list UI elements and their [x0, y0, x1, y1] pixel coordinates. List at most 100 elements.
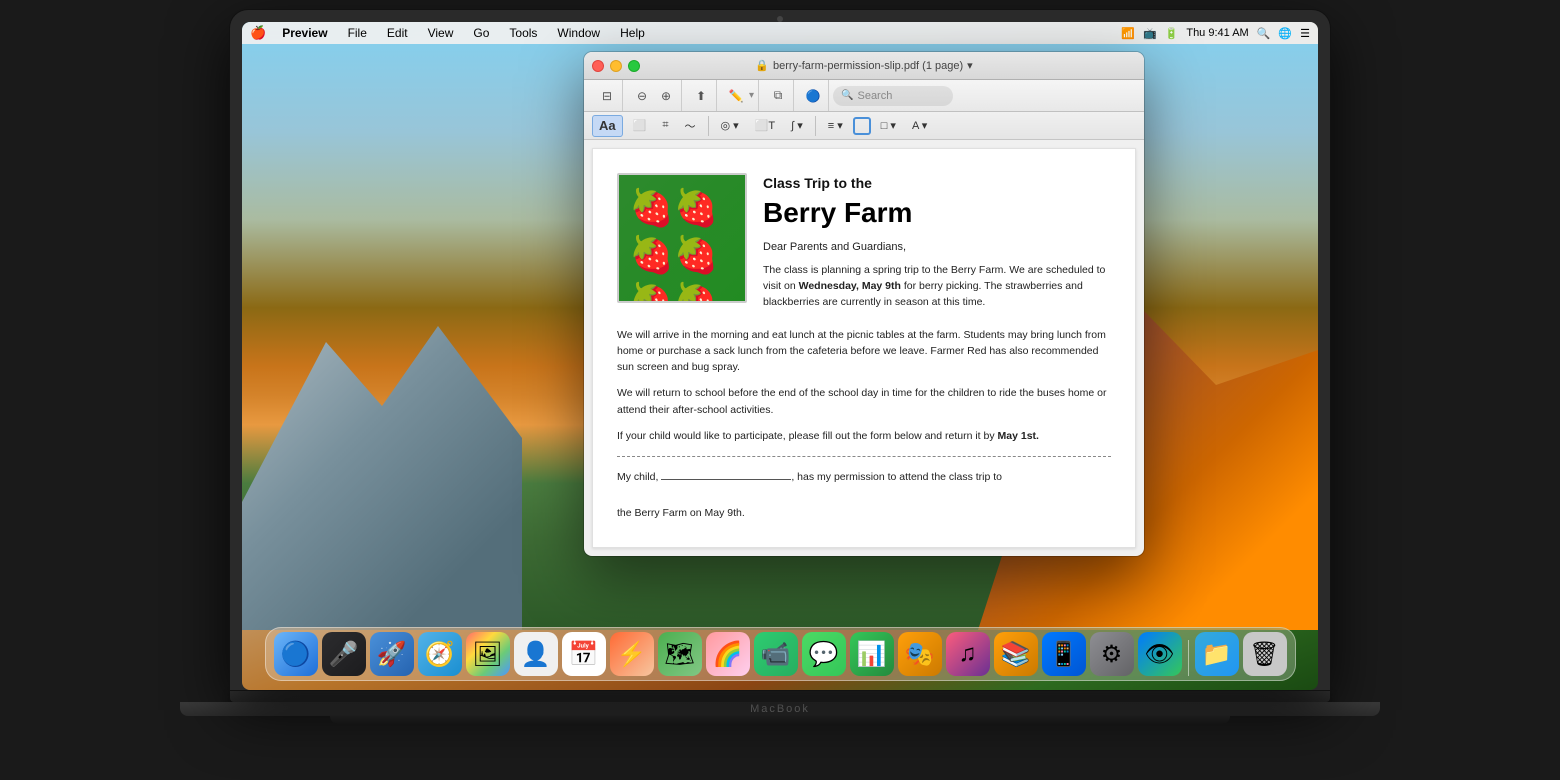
preview-window: 🔒 berry-farm-permission-slip.pdf (1 page…: [584, 52, 1144, 556]
dashed-separator: [617, 456, 1111, 457]
child-name-blank: [661, 479, 791, 480]
menu-file[interactable]: File: [344, 26, 371, 40]
copy-button[interactable]: ⧉: [767, 85, 789, 107]
menu-preview[interactable]: Preview: [278, 26, 331, 40]
zoom-out-button[interactable]: ⊖: [631, 85, 653, 107]
search-icon[interactable]: 🔍: [1257, 27, 1271, 40]
wifi-icon: 📶: [1121, 27, 1135, 40]
dock-app-keynote[interactable]: 🎭: [898, 632, 942, 676]
maximize-button[interactable]: [628, 60, 640, 72]
strawberry-image: [617, 173, 747, 303]
clock: Thu 9:41 AM: [1186, 27, 1248, 39]
view-toolbar-group: ⊟: [592, 80, 623, 111]
dock-app-system-prefs[interactable]: ⚙: [1090, 632, 1134, 676]
text-ann-icon: Aa: [599, 118, 616, 133]
zoom-in-button[interactable]: ⊕: [655, 85, 677, 107]
dock-app-numbers[interactable]: 📊: [850, 632, 894, 676]
macbook-label: MacBook: [750, 703, 810, 715]
search-placeholder: Search: [857, 90, 892, 102]
ann-sep-1: [708, 116, 709, 136]
crop-button[interactable]: ⌗: [656, 115, 674, 137]
dock-app-photos2[interactable]: 🌈: [706, 632, 750, 676]
dock-app-calendar[interactable]: 📅: [562, 632, 606, 676]
doc-subtitle: Class Trip to the: [763, 173, 1111, 194]
title-text: berry-farm-permission-slip.pdf (1 page): [773, 60, 963, 72]
menu-go[interactable]: Go: [469, 26, 493, 40]
window-title: 🔒 berry-farm-permission-slip.pdf (1 page…: [755, 59, 972, 72]
dock-app-finder[interactable]: 🔵: [274, 632, 318, 676]
menubar: 🍎 Preview File Edit View Go Tools Window…: [242, 22, 1318, 44]
share-button[interactable]: ⬆: [690, 85, 712, 107]
airplay-icon: 📺: [1143, 27, 1157, 40]
dock-app-safari[interactable]: 🧭: [418, 632, 462, 676]
lock-icon: 🔒: [755, 59, 769, 72]
dock-app-siri[interactable]: 🎤: [322, 632, 366, 676]
doc-title-section: Class Trip to the Berry Farm Dear Parent…: [763, 173, 1111, 311]
menu-help[interactable]: Help: [616, 26, 649, 40]
dock-separator: [1188, 640, 1189, 676]
text-box-button[interactable]: ⬜T: [749, 115, 781, 137]
search-magnifier-icon: 🔍: [841, 90, 853, 101]
shapes-button[interactable]: ◎ ▾: [715, 115, 745, 137]
doc-main-title: Berry Farm: [763, 198, 1111, 229]
align-button[interactable]: ≡ ▾: [822, 115, 849, 137]
doc-paragraph-3: We will return to school before the end …: [617, 385, 1111, 418]
doc-paragraph-2: We will arrive in the morning and eat lu…: [617, 327, 1111, 376]
dock-app-books[interactable]: 📚: [994, 632, 1038, 676]
dock: 🔵 🎤 🚀 🧭 🖼 👤 📅 ⚡ 🗺 🌈 📹 💬 📊 🎭 ♫ 📚: [242, 622, 1318, 690]
dock-app-shortcuts[interactable]: ⚡: [610, 632, 654, 676]
markup-toolbar-group: ✏️ ▾: [721, 80, 759, 111]
menu-edit[interactable]: Edit: [383, 26, 412, 40]
document-content: Class Trip to the Berry Farm Dear Parent…: [592, 148, 1136, 548]
hinge-bar: MacBook: [180, 702, 1380, 716]
find-button[interactable]: 🔵: [802, 85, 824, 107]
apple-menu[interactable]: 🍎: [250, 25, 266, 41]
menu-view[interactable]: View: [424, 26, 458, 40]
screen-bezel: 🍎 Preview File Edit View Go Tools Window…: [230, 10, 1330, 690]
dock-app-contacts[interactable]: 👤: [514, 632, 558, 676]
dock-app-facetime[interactable]: 📹: [754, 632, 798, 676]
siri-icon[interactable]: 🌐: [1278, 27, 1292, 40]
dock-app-music[interactable]: ♫: [946, 632, 990, 676]
desktop-screen: 🍎 Preview File Edit View Go Tools Window…: [242, 22, 1318, 690]
menubar-right: 📶 📺 🔋 Thu 9:41 AM 🔍 🌐 ☰: [1121, 27, 1310, 40]
zoom-toolbar-group: ⊖ ⊕: [627, 80, 682, 111]
screen-bottom-bar: [230, 690, 1330, 702]
main-toolbar: ⊟ ⊖ ⊕ ⬆ ✏️ ▾ ⧉: [584, 80, 1144, 112]
dock-app-folder[interactable]: 📁: [1195, 632, 1239, 676]
mountain-left: [242, 310, 522, 630]
doc-side-paragraph: The class is planning a spring trip to t…: [763, 263, 1111, 310]
menu-window[interactable]: Window: [553, 26, 604, 40]
menubar-left: 🍎 Preview File Edit View Go Tools Window…: [250, 25, 649, 41]
window-controls: [592, 60, 640, 72]
dock-app-maps[interactable]: 🗺: [658, 632, 702, 676]
dock-app-trash[interactable]: 🗑: [1243, 632, 1287, 676]
dock-app-messages[interactable]: 💬: [802, 632, 846, 676]
dock-inner: 🔵 🎤 🚀 🧭 🖼 👤 📅 ⚡ 🗺 🌈 📹 💬 📊 🎭 ♫ 📚: [265, 627, 1296, 681]
dock-app-photos-widget[interactable]: 🖼: [466, 632, 510, 676]
notification-icon[interactable]: ☰: [1300, 27, 1310, 40]
ann-sep-2: [815, 116, 816, 136]
color-button[interactable]: □ ▾: [875, 115, 902, 137]
doc-header: Class Trip to the Berry Farm Dear Parent…: [617, 173, 1111, 311]
signature-button[interactable]: ∫ ▾: [785, 115, 809, 137]
doc-greeting: Dear Parents and Guardians,: [763, 239, 1111, 256]
find-toolbar-group: 🔵: [798, 80, 829, 111]
minimize-button[interactable]: [610, 60, 622, 72]
dock-app-preview[interactable]: 👁: [1138, 632, 1182, 676]
pen-button[interactable]: ✏️: [725, 85, 747, 107]
font-button[interactable]: A ▾: [906, 115, 933, 137]
sketch-button[interactable]: 〜: [679, 115, 702, 137]
search-field[interactable]: 🔍 Search: [833, 86, 953, 106]
share-toolbar-group: ⬆: [686, 80, 717, 111]
rect-select-button[interactable]: ⬜: [627, 115, 653, 137]
border-button[interactable]: [853, 117, 871, 135]
dock-app-appstore[interactable]: 📱: [1042, 632, 1086, 676]
view-mode-button[interactable]: ⊟: [596, 85, 618, 107]
menu-tools[interactable]: Tools: [505, 26, 541, 40]
dock-app-launchpad[interactable]: 🚀: [370, 632, 414, 676]
text-ann-button[interactable]: Aa: [592, 115, 623, 137]
close-button[interactable]: [592, 60, 604, 72]
copy-toolbar-group: ⧉: [763, 80, 794, 111]
chevron-down-icon: ▾: [967, 59, 973, 72]
